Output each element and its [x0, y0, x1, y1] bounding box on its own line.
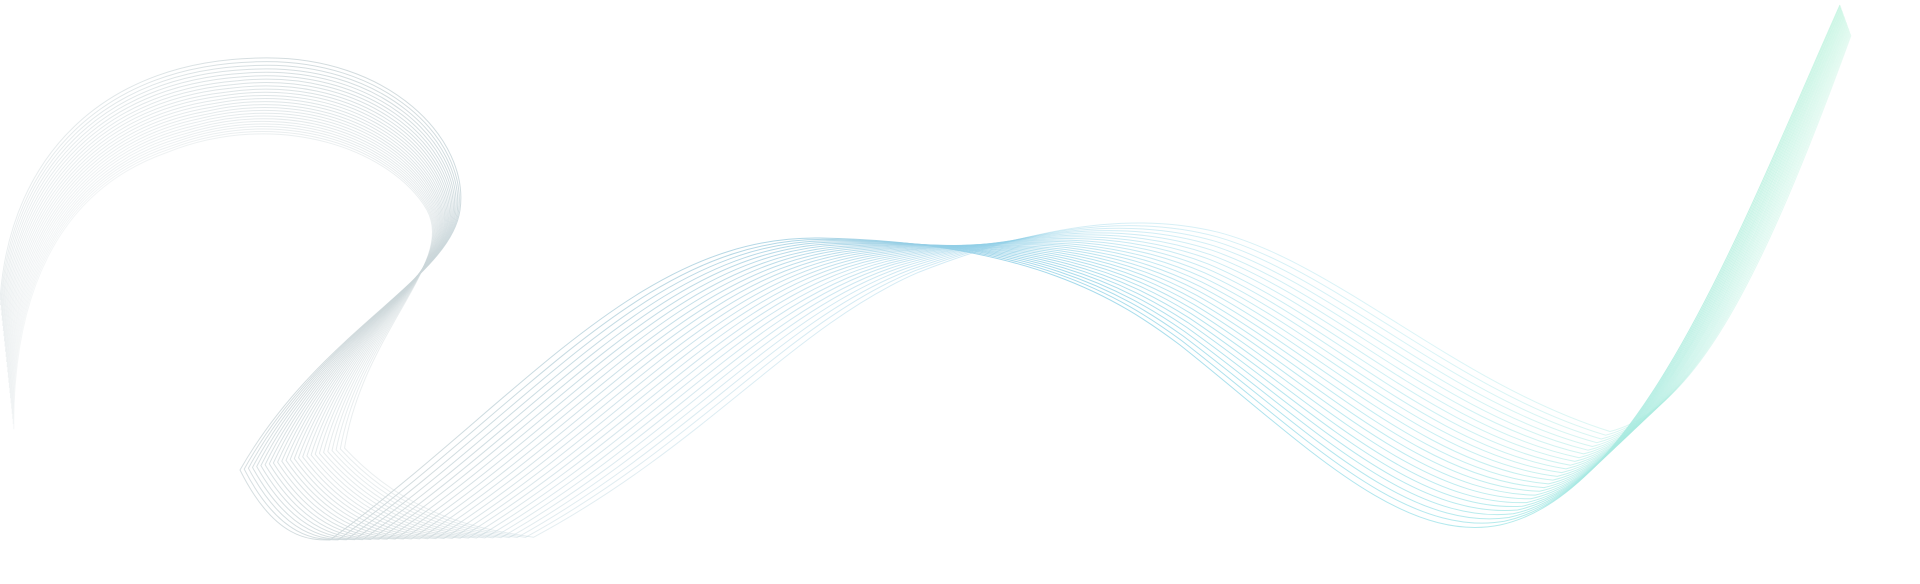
- wave-line: [3, 14, 1844, 540]
- wave-line: [13, 35, 1852, 538]
- wave-line: [0, 4, 1841, 541]
- wave-line: [0, 7, 1842, 541]
- wave-line: [1, 8, 1842, 541]
- wave-background: [0, 0, 1920, 584]
- wave-line-group: [0, 4, 1852, 541]
- wave-line: [7, 23, 1848, 539]
- wave-line: [12, 33, 1852, 538]
- wave-line: [2, 12, 1844, 540]
- wave-lines-graphic: [0, 4, 1852, 541]
